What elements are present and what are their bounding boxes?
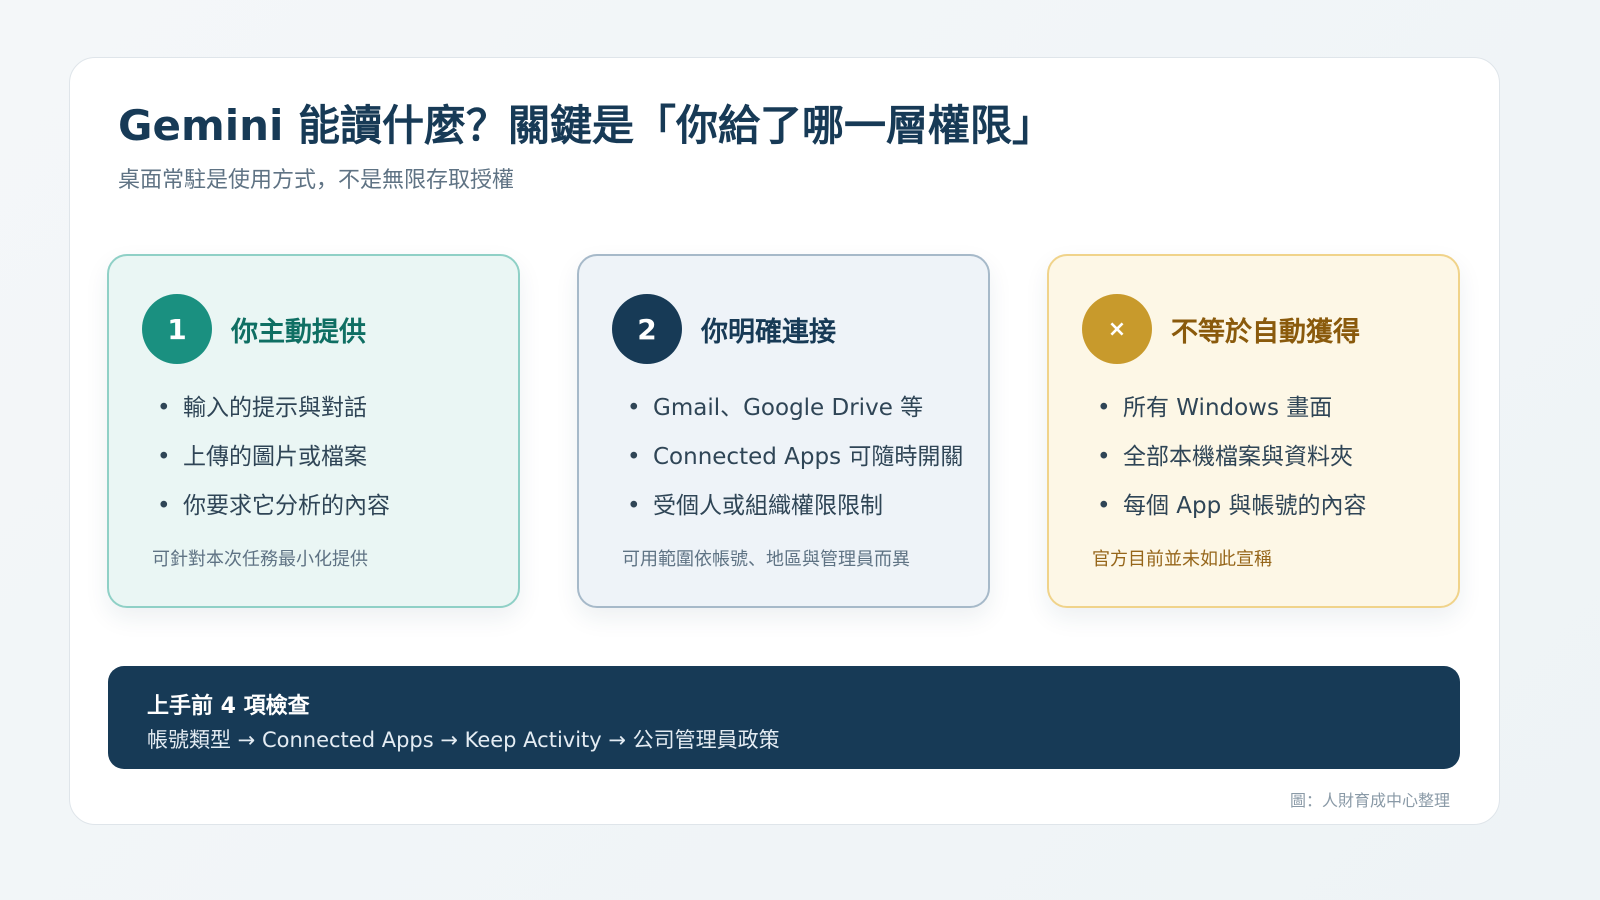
bullet-dot: •: [1097, 395, 1111, 421]
step-2-badge: 2: [612, 294, 682, 364]
list-item: • 受個人或組織權限限制: [627, 490, 963, 539]
bullet-text: 全部本機檔案與資料夾: [1123, 444, 1353, 470]
list-item: • 你要求它分析的內容: [157, 490, 390, 539]
panel-not-automatic: × 不等於自動獲得 • 所有 Windows 畫面 • 全部本機檔案與資料夾 • 每個…: [1047, 254, 1460, 608]
bullet-dot: •: [627, 395, 641, 421]
list-item: • 輸入的提示與對話: [157, 392, 390, 441]
bullet-dot: •: [157, 493, 171, 519]
checklist-banner: 上手前 4 項檢查 帳號類型 → Connected Apps → Keep A…: [108, 666, 1460, 769]
page-title: Gemini 能讀什麼？關鍵是「你給了哪一層權限」: [118, 101, 1055, 150]
panel-title: 你明確連接: [701, 317, 836, 348]
bullet-text: 輸入的提示與對話: [183, 395, 367, 421]
bullet-dot: •: [627, 444, 641, 470]
bullet-dot: •: [1097, 493, 1111, 519]
bullet-dot: •: [157, 444, 171, 470]
bullet-list: • 所有 Windows 畫面 • 全部本機檔案與資料夾 • 每個 App 與帳號的內…: [1097, 392, 1367, 539]
checklist-steps: 帳號類型 → Connected Apps → Keep Activity → …: [147, 728, 780, 752]
source-credit: 圖：人財育成中心整理: [1289, 791, 1450, 810]
bullet-text: 受個人或組織權限限制: [653, 493, 883, 519]
bullet-dot: •: [1097, 444, 1111, 470]
list-item: • 每個 App 與帳號的內容: [1097, 490, 1367, 539]
list-item: • 所有 Windows 畫面: [1097, 392, 1367, 441]
page-subtitle: 桌面常駐是使用方式，不是無限存取授權: [118, 168, 515, 193]
panel-title: 你主動提供: [231, 317, 366, 348]
panel-note: 可針對本次任務最小化提供: [152, 549, 368, 570]
list-item: • Connected Apps 可隨時開關: [627, 441, 963, 490]
list-item: • 全部本機檔案與資料夾: [1097, 441, 1367, 490]
list-item: • 上傳的圖片或檔案: [157, 441, 390, 490]
bullet-dot: •: [157, 395, 171, 421]
bullet-text: Connected Apps 可隨時開關: [653, 444, 964, 470]
panel-note: 可用範圍依帳號、地區與管理員而異: [622, 549, 910, 570]
bullet-text: Gmail、Google Drive 等: [653, 395, 924, 421]
list-item: • Gmail、Google Drive 等: [627, 392, 963, 441]
checklist-title: 上手前 4 項檢查: [147, 694, 310, 719]
bullet-text: 你要求它分析的內容: [183, 493, 390, 519]
step-1-badge: 1: [142, 294, 212, 364]
close-icon: ×: [1082, 294, 1152, 364]
bullet-text: 每個 App 與帳號的內容: [1123, 493, 1367, 519]
bullet-list: • 輸入的提示與對話 • 上傳的圖片或檔案 • 你要求它分析的內容: [157, 392, 390, 539]
panel-title: 不等於自動獲得: [1171, 317, 1360, 348]
bullet-text: 上傳的圖片或檔案: [183, 444, 367, 470]
panel-note: 官方目前並未如此宣稱: [1092, 549, 1272, 570]
panel-you-provide: 1 你主動提供 • 輸入的提示與對話 • 上傳的圖片或檔案 • 你要求它分析的內容 可…: [107, 254, 520, 608]
bullet-dot: •: [627, 493, 641, 519]
bullet-list: • Gmail、Google Drive 等 • Connected Apps 可隨…: [627, 392, 963, 539]
bullet-text: 所有 Windows 畫面: [1123, 395, 1333, 421]
panel-you-connect: 2 你明確連接 • Gmail、Google Drive 等 • Connected…: [577, 254, 990, 608]
